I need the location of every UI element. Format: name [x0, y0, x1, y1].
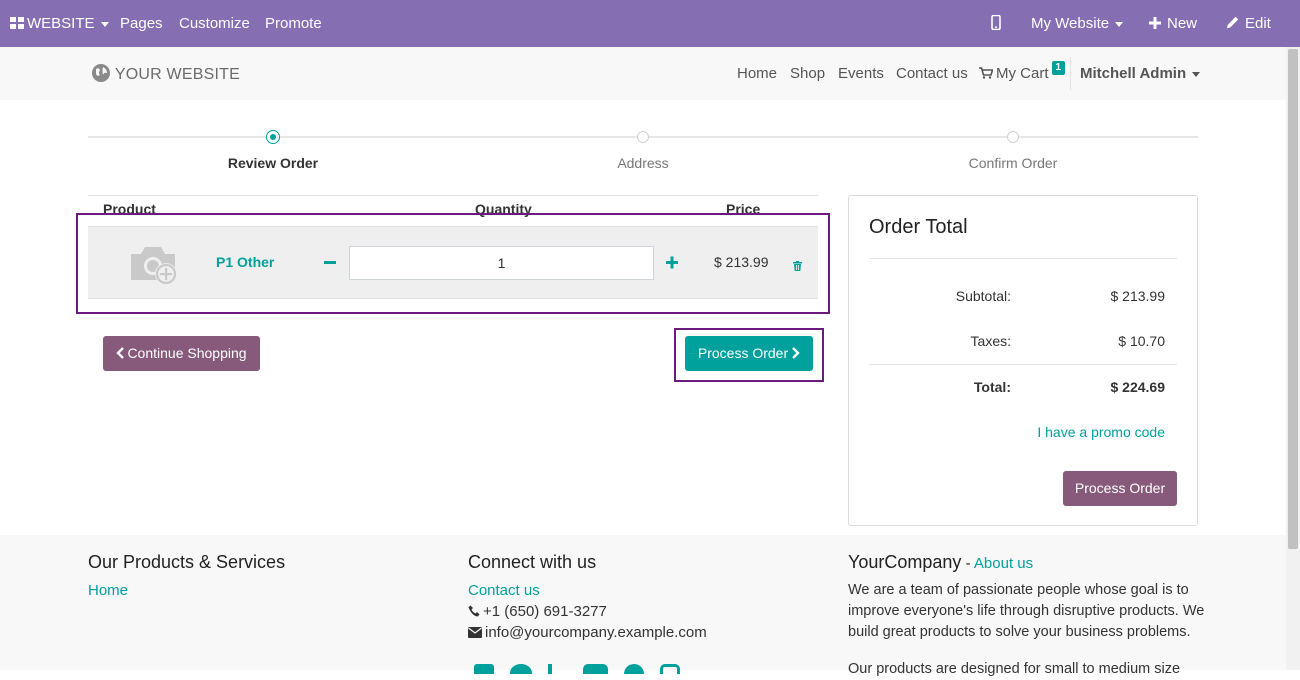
chevron-down-icon: [1115, 21, 1124, 27]
footer-about-text: We are a team of passionate people whose…: [848, 582, 1205, 640]
user-name: Mitchell Admin: [1080, 65, 1187, 82]
nav-divider: [1070, 57, 1071, 90]
youtube-icon[interactable]: [583, 664, 608, 674]
cart-icon: [979, 67, 994, 79]
progress-step-dot: [1007, 131, 1019, 143]
footer-company-heading: YourCompany - About us: [848, 552, 1033, 573]
chevron-down-icon: [100, 21, 109, 27]
continue-shopping-label: Continue Shopping: [127, 345, 247, 361]
customize-menu[interactable]: Customize: [179, 0, 250, 47]
instagram-icon[interactable]: [660, 664, 680, 674]
linkedin-icon[interactable]: [548, 664, 552, 674]
mobile-icon: [991, 14, 1001, 31]
nav-shop[interactable]: Shop: [790, 47, 825, 100]
chevron-right-icon: [792, 347, 800, 359]
cart-label: My Cart: [996, 65, 1049, 82]
nav-contact-us[interactable]: Contact us: [896, 47, 968, 100]
my-website-label: My Website: [1031, 15, 1110, 32]
order-total-card: Order Total Subtotal: $ 213.99 Taxes: $ …: [848, 195, 1198, 526]
footer-connect-title: Connect with us: [468, 552, 597, 572]
footer-products-title: Our Products & Services: [88, 552, 286, 572]
footer-about-link[interactable]: About us: [974, 555, 1033, 572]
footer-company-separator: -: [961, 555, 974, 572]
footer-email: info@yourcompany.example.com: [468, 622, 707, 643]
chevron-down-icon: [1192, 71, 1201, 77]
facebook-icon[interactable]: [474, 664, 494, 674]
chevron-left-icon: [116, 347, 125, 359]
github-icon[interactable]: [624, 664, 644, 674]
process-order-label: Process Order: [697, 345, 789, 361]
footer-phone: +1 (650) 691-3277: [468, 601, 607, 622]
logo-text: YOUR WEBSITE: [114, 66, 240, 83]
pages-menu[interactable]: Pages: [120, 0, 163, 47]
scrollbar-thumb[interactable]: [1288, 49, 1298, 549]
pencil-icon: [1227, 16, 1239, 29]
nav-home[interactable]: Home: [737, 47, 777, 100]
progress-step-dot-active: [266, 130, 280, 144]
site-footer: Our Products & Services Home Connect wit…: [0, 535, 1286, 677]
new-label: New: [1167, 15, 1198, 32]
edit-button[interactable]: Edit: [1226, 0, 1271, 47]
phone-icon: [468, 605, 480, 617]
site-logo[interactable]: YOUR WEBSITE: [91, 63, 240, 85]
admin-top-bar: WEBSITE Pages Customize Promote My Websi…: [0, 0, 1300, 47]
footer-home-link[interactable]: Home: [88, 580, 128, 601]
mobile-preview-button[interactable]: [991, 0, 1001, 47]
website-menu-label: WEBSITE: [27, 15, 95, 32]
total-value: $ 224.69: [1110, 379, 1166, 395]
continue-shopping-button[interactable]: Continue Shopping: [103, 336, 260, 371]
subtotal-label: Subtotal:: [955, 288, 1011, 304]
progress-step-dot: [637, 131, 649, 143]
subtotal-value: $ 213.99: [1110, 288, 1166, 304]
twitter-icon[interactable]: [510, 664, 532, 674]
order-total-title: Order Total: [869, 216, 968, 238]
table-top-border: [88, 195, 818, 196]
total-label: Total:: [973, 379, 1011, 395]
footer-phone-text: +1 (650) 691-3277: [483, 603, 607, 620]
nav-events[interactable]: Events: [838, 47, 884, 100]
taxes-value: $ 10.70: [1118, 333, 1165, 349]
new-button[interactable]: New: [1149, 0, 1197, 47]
promote-menu[interactable]: Promote: [265, 0, 322, 47]
step-confirm-order: Confirm Order: [968, 155, 1058, 171]
footer-email-text: info@yourcompany.example.com: [485, 624, 707, 641]
my-website-menu[interactable]: My Website: [1031, 0, 1124, 47]
step-review-order: Review Order: [227, 155, 319, 171]
globe-icon: [92, 64, 110, 82]
taxes-label: Taxes:: [970, 333, 1011, 349]
apps-grid-icon: [10, 17, 24, 29]
card-divider: [869, 364, 1177, 365]
card-divider: [869, 258, 1177, 259]
website-menu[interactable]: WEBSITE: [10, 0, 109, 47]
card-process-order-button[interactable]: Process Order: [1063, 471, 1177, 506]
promo-code-link[interactable]: I have a promo code: [989, 424, 1165, 440]
process-order-button[interactable]: Process Order: [685, 336, 813, 371]
edit-label: Edit: [1245, 15, 1271, 32]
footer-company-name: YourCompany: [848, 552, 962, 572]
step-address: Address: [617, 155, 669, 171]
footer-contact-link[interactable]: Contact us: [468, 580, 540, 601]
cart-count-badge: 1: [1051, 61, 1066, 75]
footer-social-icons: [474, 662, 694, 674]
plus-icon: [1149, 17, 1161, 29]
nav-my-cart[interactable]: My Cart 1: [979, 47, 1066, 100]
user-menu[interactable]: Mitchell Admin: [1080, 47, 1201, 100]
cart-line-highlight: [76, 213, 830, 314]
site-header: YOUR WEBSITE Home Shop Events Contact us…: [0, 47, 1286, 100]
envelope-icon: [468, 627, 482, 638]
